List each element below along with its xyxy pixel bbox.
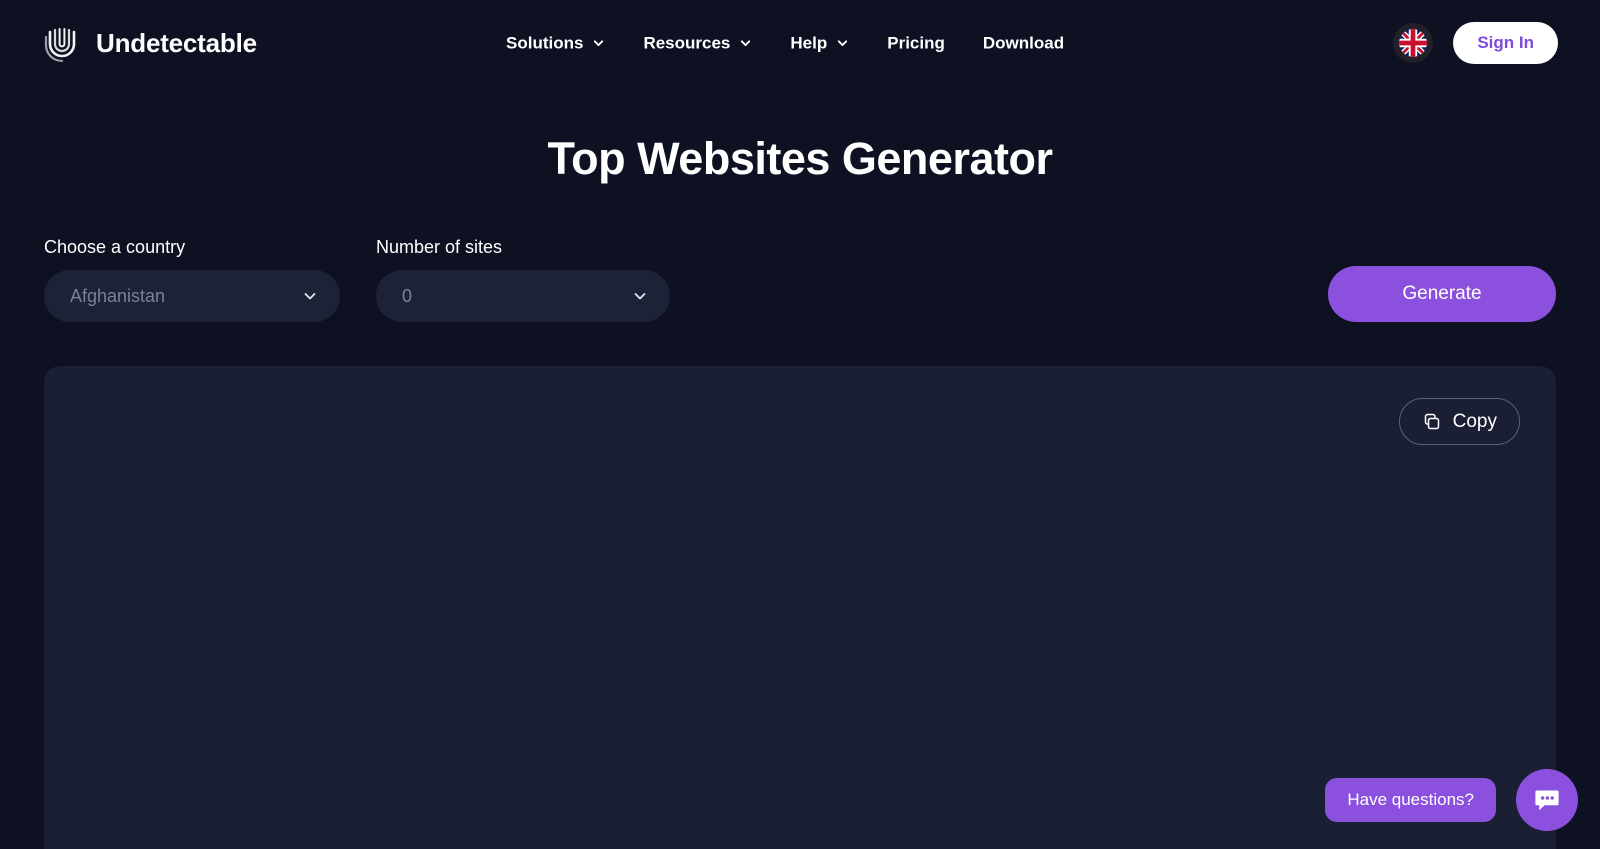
nav-item-label: Resources — [643, 33, 731, 53]
header-actions: Sign In — [1393, 22, 1558, 64]
nav-item-help[interactable]: Help — [790, 35, 849, 52]
site-count-field: Number of sites 0 — [376, 238, 670, 322]
nav-item-label: Help — [790, 33, 828, 53]
uk-flag-icon — [1399, 29, 1428, 57]
fingerprint-logo-icon — [42, 23, 82, 63]
brand-logo-link[interactable]: Undetectable — [42, 23, 257, 63]
chat-open-button[interactable] — [1516, 769, 1578, 831]
country-field: Choose a country Afghanistan — [44, 238, 340, 322]
chevron-down-icon — [632, 288, 648, 304]
site-count-select-value: 0 — [402, 285, 413, 306]
chat-widget: Have questions? — [1325, 769, 1578, 831]
copy-button-label: Copy — [1452, 410, 1497, 432]
nav-item-solutions[interactable]: Solutions — [506, 35, 605, 52]
nav-item-pricing[interactable]: Pricing — [887, 35, 945, 52]
site-header: Undetectable Solutions Resources Help Pr… — [0, 0, 1600, 86]
country-field-label: Choose a country — [44, 237, 186, 257]
site-count-select[interactable]: 0 — [376, 270, 670, 322]
nav-item-resources[interactable]: Resources — [643, 35, 752, 52]
chevron-down-icon — [302, 288, 318, 304]
nav-item-label: Download — [982, 33, 1065, 53]
copy-icon — [1422, 412, 1442, 432]
country-select[interactable]: Afghanistan — [44, 270, 340, 322]
nav-item-label: Solutions — [506, 33, 584, 53]
language-switcher-button[interactable] — [1393, 23, 1434, 63]
country-select-value: Afghanistan — [70, 285, 166, 306]
main-content: Top Websites Generator Choose a country … — [0, 133, 1600, 849]
brand-name: Undetectable — [96, 27, 257, 58]
chat-bubble-icon — [1531, 784, 1563, 816]
nav-item-download[interactable]: Download — [983, 35, 1064, 52]
page-title: Top Websites Generator — [547, 133, 1053, 184]
sign-in-button[interactable]: Sign In — [1453, 22, 1558, 64]
nav-item-label: Pricing — [887, 33, 945, 53]
site-count-field-label: Number of sites — [376, 237, 503, 257]
chevron-down-icon — [836, 37, 849, 50]
copy-button[interactable]: Copy — [1398, 398, 1520, 445]
chevron-down-icon — [592, 37, 605, 50]
chevron-down-icon — [739, 37, 752, 50]
generator-form: Choose a country Afghanistan Number of s… — [0, 238, 1600, 322]
generate-button[interactable]: Generate — [1328, 266, 1556, 322]
main-navigation: Solutions Resources Help Pricing Downloa… — [506, 35, 1064, 52]
chat-prompt-button[interactable]: Have questions? — [1325, 778, 1496, 822]
